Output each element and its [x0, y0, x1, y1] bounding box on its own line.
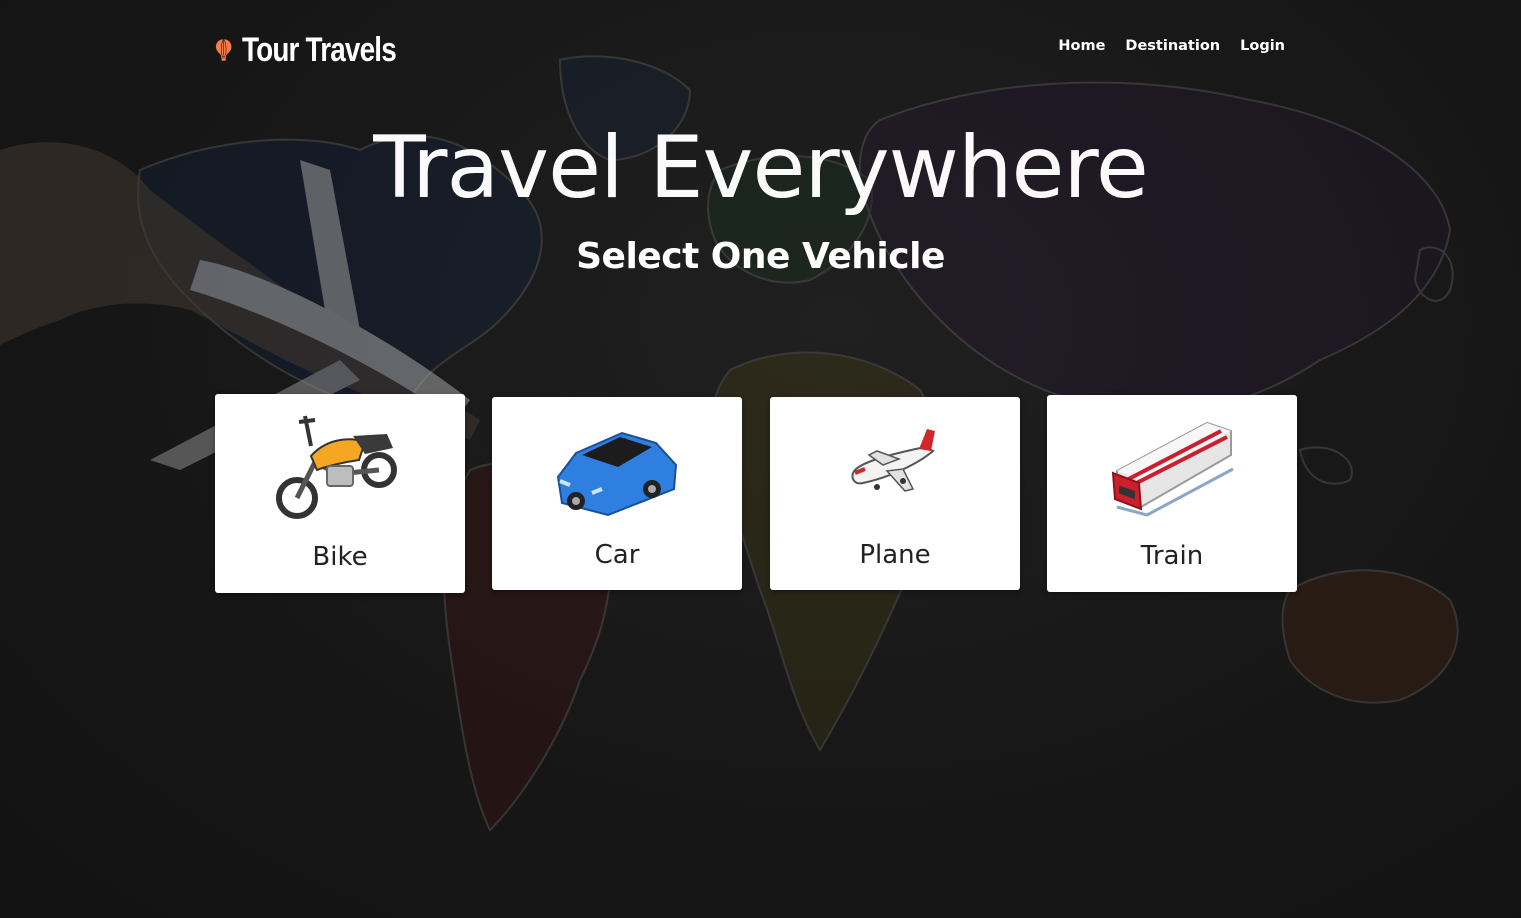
- vehicle-label-plane: Plane: [859, 540, 931, 570]
- car-icon: [556, 431, 678, 517]
- motorbike-icon: [276, 415, 397, 519]
- train-icon: [1111, 421, 1234, 517]
- vehicle-card-train[interactable]: Train: [1047, 395, 1297, 592]
- page: Tour Travels Home Destination Login Trav…: [0, 0, 1521, 918]
- vehicle-label-bike: Bike: [312, 542, 368, 572]
- vehicle-label-train: Train: [1140, 541, 1204, 571]
- nav-link-home[interactable]: Home: [1058, 38, 1105, 54]
- brand-name: Tour Travels: [242, 30, 397, 69]
- vehicle-card-bike[interactable]: Bike: [215, 394, 465, 593]
- vehicle-card-car[interactable]: Car: [492, 397, 742, 590]
- hero-title: Travel Everywhere: [0, 118, 1521, 218]
- vehicle-label-car: Car: [594, 540, 640, 570]
- nav-menu: Home Destination Login: [1058, 38, 1285, 54]
- vehicle-card-plane[interactable]: Plane: [770, 397, 1020, 590]
- hot-air-balloon-icon: [215, 39, 232, 61]
- airplane-icon: [851, 429, 935, 492]
- nav-link-login[interactable]: Login: [1240, 38, 1285, 54]
- brand-logo-link[interactable]: Tour Travels: [215, 12, 430, 88]
- navbar: Tour Travels Home Destination Login: [0, 0, 1521, 100]
- nav-link-destination[interactable]: Destination: [1125, 38, 1220, 54]
- hero-subtitle: Select One Vehicle: [576, 236, 945, 277]
- hero-title-text: Travel Everywhere: [373, 118, 1149, 218]
